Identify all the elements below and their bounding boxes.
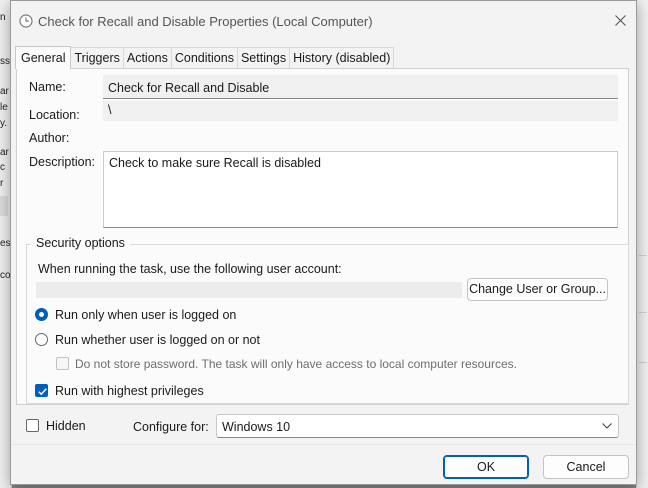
task-scheduler-clock-icon: [19, 14, 33, 28]
name-field[interactable]: Check for Recall and Disable: [103, 75, 618, 99]
run-whether-logged-on-label[interactable]: Run whether user is logged on or not: [55, 333, 260, 347]
background-text-fragment: ar: [0, 147, 9, 158]
background-scrollbar: [0, 196, 8, 216]
checkmark-icon: [38, 388, 47, 396]
author-label: Author:: [29, 131, 70, 145]
chevron-down-icon: [602, 423, 612, 429]
background-text-fragment: y.: [0, 118, 8, 129]
hidden-label[interactable]: Hidden: [46, 419, 86, 433]
background-window-right-edge: [636, 0, 648, 488]
run-only-logged-on-radio[interactable]: [35, 308, 48, 321]
tab-general[interactable]: General: [15, 46, 72, 69]
user-account-field: [36, 282, 462, 298]
security-options-title: Security options: [31, 236, 130, 250]
description-label: Description:: [29, 155, 95, 169]
close-button[interactable]: [606, 7, 634, 33]
close-icon: [614, 14, 626, 26]
description-textarea[interactable]: Check to make sure Recall is disabled: [103, 151, 618, 228]
location-field: \: [103, 101, 618, 121]
background-text-fragment: es: [0, 238, 11, 249]
background-text-fragment: le: [0, 102, 8, 113]
run-whether-logged-on-radio[interactable]: [35, 333, 48, 346]
configure-for-value: Windows 10: [222, 420, 291, 434]
tab-history[interactable]: History (disabled): [289, 47, 395, 68]
highest-privileges-checkbox[interactable]: [35, 384, 48, 397]
background-text-fragment: co: [0, 270, 11, 281]
tab-triggers[interactable]: Triggers: [70, 47, 124, 68]
background-text-fragment: ss: [0, 56, 10, 67]
run-only-logged-on-label[interactable]: Run only when user is logged on: [55, 308, 236, 322]
highest-privileges-label[interactable]: Run with highest privileges: [55, 384, 204, 398]
background-text-fragment: n: [0, 12, 6, 23]
background-text-fragment: ar: [0, 86, 9, 97]
dialog-footer: OK Cancel: [11, 444, 636, 484]
configure-for-label: Configure for:: [133, 420, 209, 434]
background-text-fragment: c: [0, 162, 5, 173]
window-title: Check for Recall and Disable Properties …: [38, 14, 373, 29]
background-text-fragment: r: [0, 178, 4, 189]
tab-strip: General Triggers Actions Conditions Sett…: [15, 46, 395, 69]
do-not-store-password-label: Do not store password. The task will onl…: [75, 357, 517, 371]
tab-actions[interactable]: Actions: [122, 47, 172, 68]
cancel-button[interactable]: Cancel: [543, 455, 629, 479]
tab-conditions[interactable]: Conditions: [170, 47, 238, 68]
name-label: Name:: [29, 80, 66, 94]
task-properties-dialog: Check for Recall and Disable Properties …: [10, 0, 637, 485]
ok-button[interactable]: OK: [443, 455, 529, 479]
tab-settings[interactable]: Settings: [236, 47, 291, 68]
configure-for-select[interactable]: Windows 10: [216, 414, 619, 438]
title-bar[interactable]: Check for Recall and Disable Properties …: [11, 1, 636, 41]
user-account-prompt: When running the task, use the following…: [38, 262, 342, 276]
change-user-or-group-button[interactable]: Change User or Group...: [467, 278, 608, 301]
location-label: Location:: [29, 108, 80, 122]
hidden-checkbox[interactable]: [26, 419, 39, 432]
do-not-store-password-checkbox[interactable]: [56, 357, 69, 370]
